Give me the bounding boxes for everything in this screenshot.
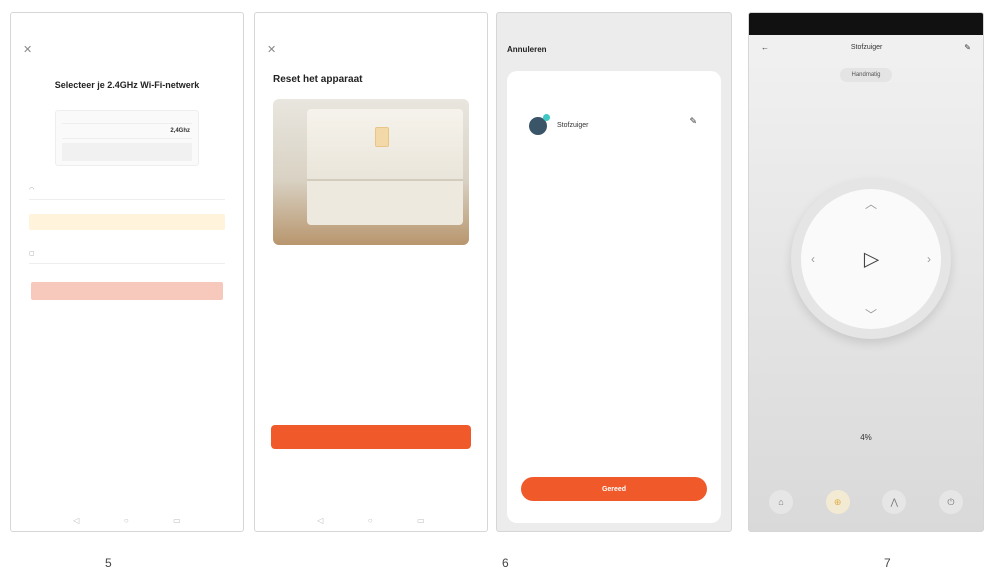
edit-icon[interactable]: ✎ — [964, 43, 971, 52]
step-number: 5 — [105, 556, 112, 570]
reset-button-highlight — [375, 127, 389, 147]
battery-info: 4% — [749, 433, 983, 446]
chevron-up-icon[interactable]: ︿ — [865, 195, 877, 212]
device-photo — [273, 99, 469, 245]
top-bar: ← Stofzuiger ✎ — [749, 35, 983, 60]
chevron-right-icon[interactable]: › — [927, 252, 931, 266]
lock-icon: ▢ — [29, 251, 35, 257]
edit-icon[interactable]: ✎ — [689, 116, 697, 127]
wifi-icon: ◠ — [29, 187, 35, 193]
wifi-row — [62, 115, 192, 124]
wifi-row-blank — [62, 143, 192, 161]
vacuum-control-screen: ← Stofzuiger ✎ Handmatig ︿ ﹀ ‹ › ▷ 4% ⌂ … — [748, 12, 984, 532]
confirm-button[interactable] — [271, 425, 471, 449]
vacuum-icon — [529, 114, 550, 135]
back-arrow-icon[interactable]: ← — [761, 43, 769, 52]
action-bar: ⌂ ⊕ ⋀ ⏻ — [757, 490, 975, 517]
nav-back-icon[interactable]: ◁ — [317, 516, 323, 525]
wifi-row-value: 2,4Ghz — [170, 128, 190, 134]
direction-pad-inner: ︿ ﹀ ‹ › ▷ — [801, 189, 941, 329]
chevron-down-icon[interactable]: ﹀ — [865, 306, 877, 323]
action-spot[interactable]: ⊕ — [814, 490, 862, 517]
mode-pill[interactable]: Handmatig — [840, 68, 892, 82]
wifi-name-field[interactable]: ◠ — [29, 186, 225, 200]
edge-icon: ⋀ — [882, 490, 907, 514]
next-button[interactable] — [31, 282, 223, 300]
page-title: Reset het apparaat — [273, 74, 363, 85]
spot-icon: ⊕ — [825, 490, 850, 514]
action-power[interactable]: ⏻ — [927, 490, 975, 517]
step-number: 7 — [884, 556, 891, 570]
status-bar — [255, 13, 487, 39]
password-field[interactable]: ▢ — [29, 250, 225, 264]
close-icon[interactable]: ✕ — [255, 39, 487, 60]
system-nav-bar: ◁ ○ ▭ — [255, 516, 487, 525]
battery-percentage: 4% — [860, 433, 872, 442]
step-number: 6 — [502, 556, 509, 570]
warning-box — [29, 214, 225, 230]
dock-drawer — [307, 179, 463, 225]
power-icon: ⏻ — [938, 490, 963, 514]
device-added-screen: Annuleren Stofzuiger ✎ Gereed — [496, 12, 732, 532]
home-icon: ⌂ — [769, 490, 793, 514]
play-icon[interactable]: ▷ — [864, 247, 879, 272]
close-icon[interactable]: ✕ — [11, 39, 243, 60]
nav-recent-icon[interactable]: ▭ — [173, 516, 181, 525]
device-card — [507, 71, 721, 523]
system-nav-bar: ◁ ○ ▭ — [11, 516, 243, 525]
direction-pad: ︿ ﹀ ‹ › ▷ — [791, 179, 951, 339]
wifi-row: 2,4Ghz — [62, 124, 192, 139]
nav-back-icon[interactable]: ◁ — [73, 516, 79, 525]
device-name: Stofzuiger — [557, 121, 589, 129]
page-title: Stofzuiger — [850, 44, 883, 51]
nav-home-icon[interactable]: ○ — [368, 516, 373, 525]
page-title: Selecteer je 2.4GHz Wi-Fi-netwerk — [54, 80, 200, 90]
status-bar — [11, 13, 243, 39]
device-text: Stofzuiger — [557, 122, 589, 131]
status-bar — [497, 13, 731, 39]
device-row: Stofzuiger ✎ — [529, 114, 697, 135]
wifi-diagram: 2,4Ghz — [55, 110, 199, 166]
wifi-select-screen: ✕ Selecteer je 2.4GHz Wi-Fi-netwerk 2,4G… — [10, 12, 244, 532]
done-button[interactable]: Gereed — [521, 477, 707, 501]
cancel-link[interactable]: Annuleren — [497, 39, 731, 60]
status-bar — [749, 13, 983, 35]
nav-home-icon[interactable]: ○ — [124, 516, 129, 525]
action-edge[interactable]: ⋀ — [870, 490, 918, 517]
reset-device-screen: ✕ Reset het apparaat ◁ ○ ▭ — [254, 12, 488, 532]
nav-recent-icon[interactable]: ▭ — [417, 516, 425, 525]
action-home[interactable]: ⌂ — [757, 490, 805, 517]
chevron-left-icon[interactable]: ‹ — [811, 252, 815, 266]
